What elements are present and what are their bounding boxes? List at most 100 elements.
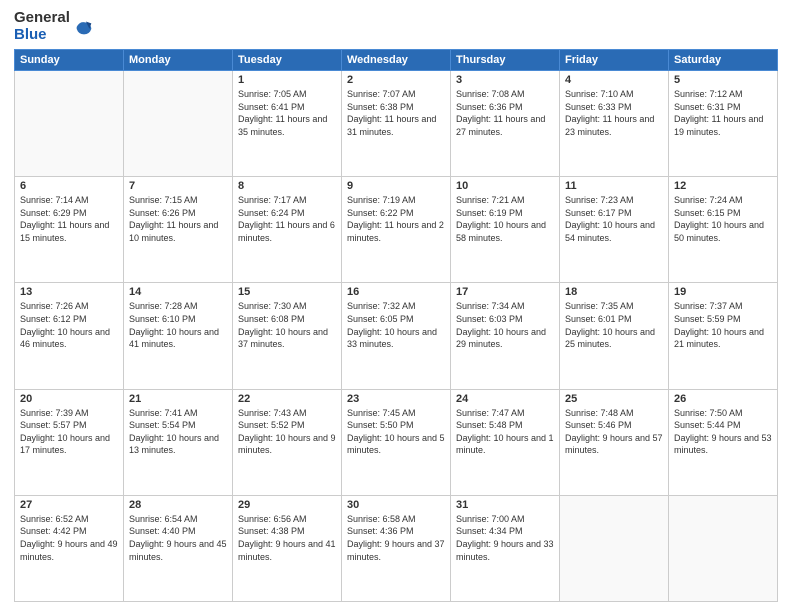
calendar-cell: [669, 495, 778, 601]
day-number: 16: [347, 286, 445, 298]
cell-content: Sunrise: 7:45 AMSunset: 5:50 PMDaylight:…: [347, 407, 445, 457]
day-number: 3: [456, 74, 554, 86]
header-row: SundayMondayTuesdayWednesdayThursdayFrid…: [15, 50, 778, 71]
day-header-monday: Monday: [124, 50, 233, 71]
day-number: 7: [129, 180, 227, 192]
day-number: 27: [20, 499, 118, 511]
calendar-cell: [124, 71, 233, 177]
cell-content: Sunrise: 6:56 AMSunset: 4:38 PMDaylight:…: [238, 513, 336, 563]
header: General Blue: [14, 10, 778, 43]
logo-blue: Blue: [14, 26, 47, 43]
calendar-cell: 18Sunrise: 7:35 AMSunset: 6:01 PMDayligh…: [560, 283, 669, 389]
calendar-cell: 8Sunrise: 7:17 AMSunset: 6:24 PMDaylight…: [233, 177, 342, 283]
page: General Blue SundayMondayTuesdayWednesda…: [0, 0, 792, 612]
day-number: 28: [129, 499, 227, 511]
calendar-table: SundayMondayTuesdayWednesdayThursdayFrid…: [14, 49, 778, 602]
cell-content: Sunrise: 7:41 AMSunset: 5:54 PMDaylight:…: [129, 407, 227, 457]
calendar-cell: 6 Sunrise: 7:14 AMSunset: 6:29 PMDaylight…: [15, 177, 124, 283]
logo-general: General: [14, 9, 70, 26]
calendar-cell: 13Sunrise: 7:26 AMSunset: 6:12 PMDayligh…: [15, 283, 124, 389]
calendar-cell: 2 Sunrise: 7:07 AMSunset: 6:38 PMDaylight…: [342, 71, 451, 177]
week-row-5: 27 Sunrise: 6:52 AMSunset: 4:42 PMDayligh…: [15, 495, 778, 601]
day-number: 31: [456, 499, 554, 511]
day-number: 10: [456, 180, 554, 192]
day-header-saturday: Saturday: [669, 50, 778, 71]
calendar-cell: [560, 495, 669, 601]
cell-content: Sunrise: 6:54 AMSunset: 4:40 PMDaylight:…: [129, 513, 227, 563]
day-number: 9: [347, 180, 445, 192]
calendar-cell: 28 Sunrise: 6:54 AMSunset: 4:40 PMDayligh…: [124, 495, 233, 601]
day-number: 1: [238, 74, 336, 86]
day-header-friday: Friday: [560, 50, 669, 71]
day-number: 4: [565, 74, 663, 86]
cell-content: Sunrise: 7:14 AMSunset: 6:29 PMDaylight:…: [20, 194, 118, 244]
calendar-cell: [15, 71, 124, 177]
cell-content: Sunrise: 7:32 AMSunset: 6:05 PMDaylight:…: [347, 300, 445, 350]
calendar-cell: 7 Sunrise: 7:15 AMSunset: 6:26 PMDaylight…: [124, 177, 233, 283]
calendar-cell: 15Sunrise: 7:30 AMSunset: 6:08 PMDayligh…: [233, 283, 342, 389]
day-number: 14: [129, 286, 227, 298]
calendar-cell: 27 Sunrise: 6:52 AMSunset: 4:42 PMDayligh…: [15, 495, 124, 601]
calendar-cell: 11 Sunrise: 7:23 AMSunset: 6:17 PMDayligh…: [560, 177, 669, 283]
calendar-cell: 29 Sunrise: 6:56 AMSunset: 4:38 PMDayligh…: [233, 495, 342, 601]
calendar-cell: 1Sunrise: 7:05 AMSunset: 6:41 PMDaylight…: [233, 71, 342, 177]
day-number: 2: [347, 74, 445, 86]
cell-content: Sunrise: 7:47 AMSunset: 5:48 PMDaylight:…: [456, 407, 554, 457]
cell-content: Sunrise: 7:37 AMSunset: 5:59 PMDaylight:…: [674, 300, 772, 350]
day-number: 20: [20, 393, 118, 405]
cell-content: Sunrise: 7:07 AMSunset: 6:38 PMDaylight:…: [347, 88, 445, 138]
calendar-cell: 23 Sunrise: 7:45 AMSunset: 5:50 PMDayligh…: [342, 389, 451, 495]
calendar-cell: 3 Sunrise: 7:08 AMSunset: 6:36 PMDaylight…: [451, 71, 560, 177]
day-number: 24: [456, 393, 554, 405]
calendar-cell: 21 Sunrise: 7:41 AMSunset: 5:54 PMDayligh…: [124, 389, 233, 495]
day-number: 23: [347, 393, 445, 405]
day-number: 18: [565, 286, 663, 298]
day-number: 30: [347, 499, 445, 511]
cell-content: Sunrise: 6:58 AMSunset: 4:36 PMDaylight:…: [347, 513, 445, 563]
cell-content: Sunrise: 7:39 AMSunset: 5:57 PMDaylight:…: [20, 407, 118, 457]
calendar-cell: 25 Sunrise: 7:48 AMSunset: 5:46 PMDayligh…: [560, 389, 669, 495]
cell-content: Sunrise: 7:23 AMSunset: 6:17 PMDaylight:…: [565, 194, 663, 244]
cell-content: Sunrise: 7:17 AMSunset: 6:24 PMDaylight:…: [238, 194, 336, 244]
cell-content: Sunrise: 7:50 AMSunset: 5:44 PMDaylight:…: [674, 407, 772, 457]
calendar-cell: 17Sunrise: 7:34 AMSunset: 6:03 PMDayligh…: [451, 283, 560, 389]
calendar-cell: 9Sunrise: 7:19 AMSunset: 6:22 PMDaylight…: [342, 177, 451, 283]
day-number: 21: [129, 393, 227, 405]
day-number: 13: [20, 286, 118, 298]
calendar-cell: 10 Sunrise: 7:21 AMSunset: 6:19 PMDayligh…: [451, 177, 560, 283]
cell-content: Sunrise: 7:43 AMSunset: 5:52 PMDaylight:…: [238, 407, 336, 457]
calendar-cell: 26 Sunrise: 7:50 AMSunset: 5:44 PMDayligh…: [669, 389, 778, 495]
cell-content: Sunrise: 7:48 AMSunset: 5:46 PMDaylight:…: [565, 407, 663, 457]
calendar-cell: 16 Sunrise: 7:32 AMSunset: 6:05 PMDayligh…: [342, 283, 451, 389]
week-row-2: 6 Sunrise: 7:14 AMSunset: 6:29 PMDaylight…: [15, 177, 778, 283]
week-row-1: 1Sunrise: 7:05 AMSunset: 6:41 PMDaylight…: [15, 71, 778, 177]
calendar-cell: 24 Sunrise: 7:47 AMSunset: 5:48 PMDayligh…: [451, 389, 560, 495]
cell-content: Sunrise: 7:08 AMSunset: 6:36 PMDaylight:…: [456, 88, 554, 138]
day-header-thursday: Thursday: [451, 50, 560, 71]
calendar-cell: 12Sunrise: 7:24 AMSunset: 6:15 PMDayligh…: [669, 177, 778, 283]
day-number: 12: [674, 180, 772, 192]
logo-icon: [73, 16, 95, 38]
day-number: 22: [238, 393, 336, 405]
day-number: 5: [674, 74, 772, 86]
calendar-cell: 31Sunrise: 7:00 AMSunset: 4:34 PMDayligh…: [451, 495, 560, 601]
day-number: 17: [456, 286, 554, 298]
cell-content: Sunrise: 7:15 AMSunset: 6:26 PMDaylight:…: [129, 194, 227, 244]
day-number: 6: [20, 180, 118, 192]
calendar-cell: 5 Sunrise: 7:12 AMSunset: 6:31 PMDaylight…: [669, 71, 778, 177]
day-number: 26: [674, 393, 772, 405]
day-number: 29: [238, 499, 336, 511]
day-number: 11: [565, 180, 663, 192]
cell-content: Sunrise: 7:28 AMSunset: 6:10 PMDaylight:…: [129, 300, 227, 350]
calendar-cell: 30 Sunrise: 6:58 AMSunset: 4:36 PMDayligh…: [342, 495, 451, 601]
day-number: 25: [565, 393, 663, 405]
calendar-cell: 20 Sunrise: 7:39 AMSunset: 5:57 PMDayligh…: [15, 389, 124, 495]
cell-content: Sunrise: 7:21 AMSunset: 6:19 PMDaylight:…: [456, 194, 554, 244]
cell-content: Sunrise: 6:52 AMSunset: 4:42 PMDaylight:…: [20, 513, 118, 563]
day-header-wednesday: Wednesday: [342, 50, 451, 71]
week-row-3: 13Sunrise: 7:26 AMSunset: 6:12 PMDayligh…: [15, 283, 778, 389]
calendar-cell: 14 Sunrise: 7:28 AMSunset: 6:10 PMDayligh…: [124, 283, 233, 389]
week-row-4: 20 Sunrise: 7:39 AMSunset: 5:57 PMDayligh…: [15, 389, 778, 495]
cell-content: Sunrise: 7:30 AMSunset: 6:08 PMDaylight:…: [238, 300, 336, 350]
cell-content: Sunrise: 7:12 AMSunset: 6:31 PMDaylight:…: [674, 88, 772, 138]
